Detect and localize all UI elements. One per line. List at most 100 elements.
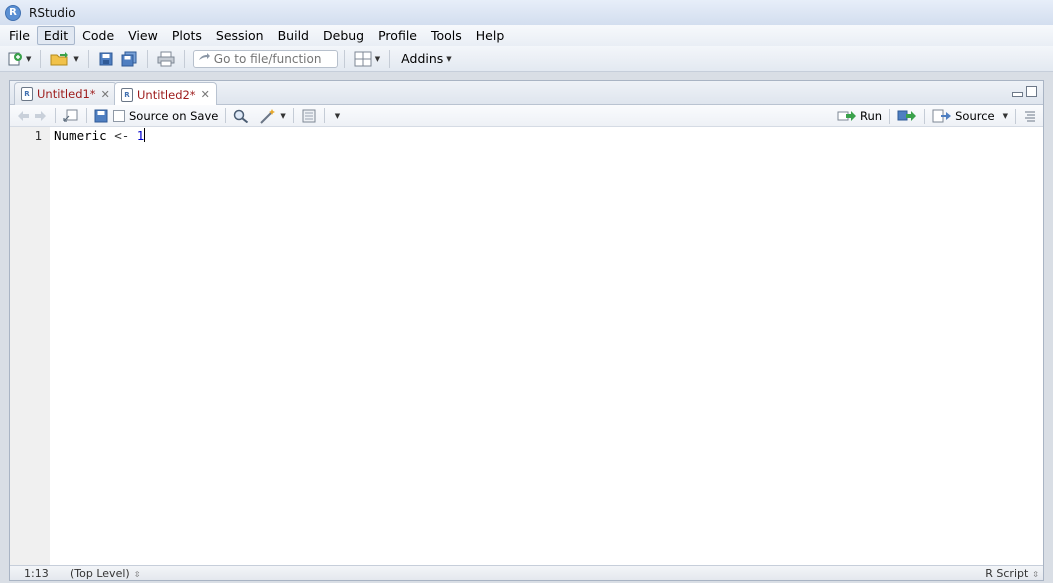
code-line[interactable]: Numeric <- 1	[54, 128, 146, 143]
toolbar-separator	[86, 108, 87, 123]
document-outline-icon[interactable]	[1023, 110, 1037, 122]
new-file-dropdown-icon[interactable]: ▼	[26, 55, 31, 63]
file-type-selector[interactable]: R Script ⇳	[985, 567, 1039, 580]
open-file-dropdown-icon[interactable]: ▼	[73, 55, 78, 63]
panes-grid-icon	[354, 51, 372, 66]
main-toolbar: ▼ ▼ Go to file/function ▼ Addins ▼	[0, 46, 1053, 72]
line-number: 1	[34, 128, 42, 143]
window-title: RStudio	[29, 5, 76, 20]
code-tools-button[interactable]: ▼	[259, 108, 286, 124]
menu-profile[interactable]: Profile	[371, 26, 424, 45]
text-cursor	[144, 128, 146, 142]
addins-menu[interactable]: Addins ▼	[396, 49, 455, 69]
save-icon	[99, 52, 113, 65]
scope-selector[interactable]: (Top Level) ⇳	[70, 567, 140, 580]
rerun-icon[interactable]	[897, 109, 917, 123]
goto-input[interactable]	[213, 51, 334, 66]
addins-label: Addins	[401, 51, 444, 66]
r-script-icon: R	[21, 87, 33, 101]
magic-wand-icon	[260, 108, 276, 124]
toolbar-separator	[87, 49, 89, 68]
toolbar-separator	[55, 108, 56, 123]
save-all-icon	[121, 51, 137, 66]
menu-view[interactable]: View	[121, 26, 165, 45]
show-in-window-icon[interactable]	[63, 109, 79, 123]
pane-splitter[interactable]	[1044, 85, 1053, 575]
source-on-save-checkbox[interactable]	[113, 109, 125, 122]
compile-report-icon[interactable]	[301, 109, 317, 123]
menu-build[interactable]: Build	[271, 26, 316, 45]
back-arrow-icon[interactable]	[16, 109, 30, 123]
r-script-icon: R	[121, 87, 133, 102]
close-icon[interactable]: ✕	[201, 88, 210, 101]
toolbar-separator	[1015, 108, 1016, 124]
forward-arrow-icon[interactable]	[34, 109, 48, 123]
goto-file-function[interactable]	[192, 49, 338, 68]
toolbar-separator	[389, 49, 391, 68]
search-icon[interactable]	[233, 109, 249, 123]
toolbar-separator	[889, 108, 891, 124]
editor-toolbar-right: Run Source ▼	[837, 105, 1037, 127]
panes-dropdown-icon[interactable]: ▼	[375, 55, 380, 63]
line-number-gutter: 1	[10, 127, 50, 565]
menu-edit[interactable]: Edit	[36, 26, 76, 45]
workspace-panes-button[interactable]: ▼	[351, 49, 383, 69]
print-button[interactable]	[154, 49, 178, 69]
source-script-icon	[932, 109, 952, 123]
toolbar-separator	[323, 108, 325, 123]
menu-bar: File Edit Code View Plots Session Build …	[0, 25, 1053, 46]
source-on-save-label: Source on Save	[129, 108, 219, 123]
code-identifier: Numeric	[54, 128, 107, 143]
run-label: Run	[860, 109, 883, 123]
print-icon	[157, 51, 175, 66]
toolbar-separator	[924, 108, 926, 124]
pane-window-controls	[1012, 86, 1037, 97]
tab-untitled2[interactable]: R Untitled2* ✕	[114, 82, 217, 106]
toolbar-separator	[225, 108, 227, 123]
code-assign-operator: <-	[106, 128, 137, 143]
save-button[interactable]	[95, 49, 117, 69]
toolbar-separator	[292, 108, 294, 123]
new-file-icon	[8, 52, 22, 65]
tab-untitled1[interactable]: R Untitled1* ✕	[14, 82, 117, 105]
scope-label: (Top Level)	[70, 567, 130, 580]
menu-tools[interactable]: Tools	[424, 26, 469, 45]
open-file-button[interactable]: ▼	[47, 49, 81, 69]
addins-dropdown-icon: ▼	[446, 54, 452, 63]
menu-debug[interactable]: Debug	[316, 26, 371, 45]
toolbar-separator	[146, 49, 148, 68]
more-options-dropdown-icon[interactable]: ▼	[335, 112, 340, 120]
source-dropdown-icon[interactable]: ▼	[1003, 112, 1008, 120]
close-icon[interactable]: ✕	[101, 88, 110, 101]
menu-help[interactable]: Help	[469, 26, 512, 45]
cursor-position: 1:13	[24, 567, 49, 580]
editor-toolbar: Source on Save ▼ ▼ Run Source ▼	[10, 105, 1043, 127]
maximize-pane-icon[interactable]	[1026, 86, 1037, 97]
rstudio-logo-icon: R	[5, 4, 21, 21]
tab-label: Untitled1*	[37, 87, 96, 101]
toolbar-separator	[343, 49, 345, 68]
code-editor[interactable]: 1 Numeric <- 1	[10, 127, 1043, 565]
editor-tab-strip: R Untitled1* ✕ R Untitled2* ✕	[10, 81, 1043, 106]
file-type-label: R Script	[985, 567, 1029, 580]
tab-label: Untitled2*	[137, 87, 196, 102]
source-label: Source	[955, 109, 995, 123]
menu-plots[interactable]: Plots	[165, 26, 209, 45]
menu-file[interactable]: File	[2, 26, 37, 45]
toolbar-separator	[40, 49, 42, 68]
save-all-button[interactable]	[117, 49, 141, 69]
run-lines-icon	[837, 111, 857, 121]
menu-code[interactable]: Code	[75, 26, 121, 45]
source-editor-pane: R Untitled1* ✕ R Untitled2* ✕ Source on …	[9, 80, 1044, 581]
minimize-pane-icon[interactable]	[1012, 92, 1023, 97]
source-button[interactable]: Source	[932, 109, 995, 123]
code-number-literal: 1	[136, 128, 145, 143]
editor-status-bar: 1:13 (Top Level) ⇳ R Script ⇳	[10, 565, 1043, 580]
title-bar: R RStudio	[0, 0, 1053, 25]
new-file-button[interactable]: ▼	[4, 49, 34, 69]
toolbar-separator	[183, 49, 185, 68]
run-button[interactable]: Run	[837, 109, 882, 123]
menu-session[interactable]: Session	[209, 26, 271, 45]
save-icon[interactable]	[94, 109, 108, 123]
open-folder-icon	[50, 51, 69, 65]
